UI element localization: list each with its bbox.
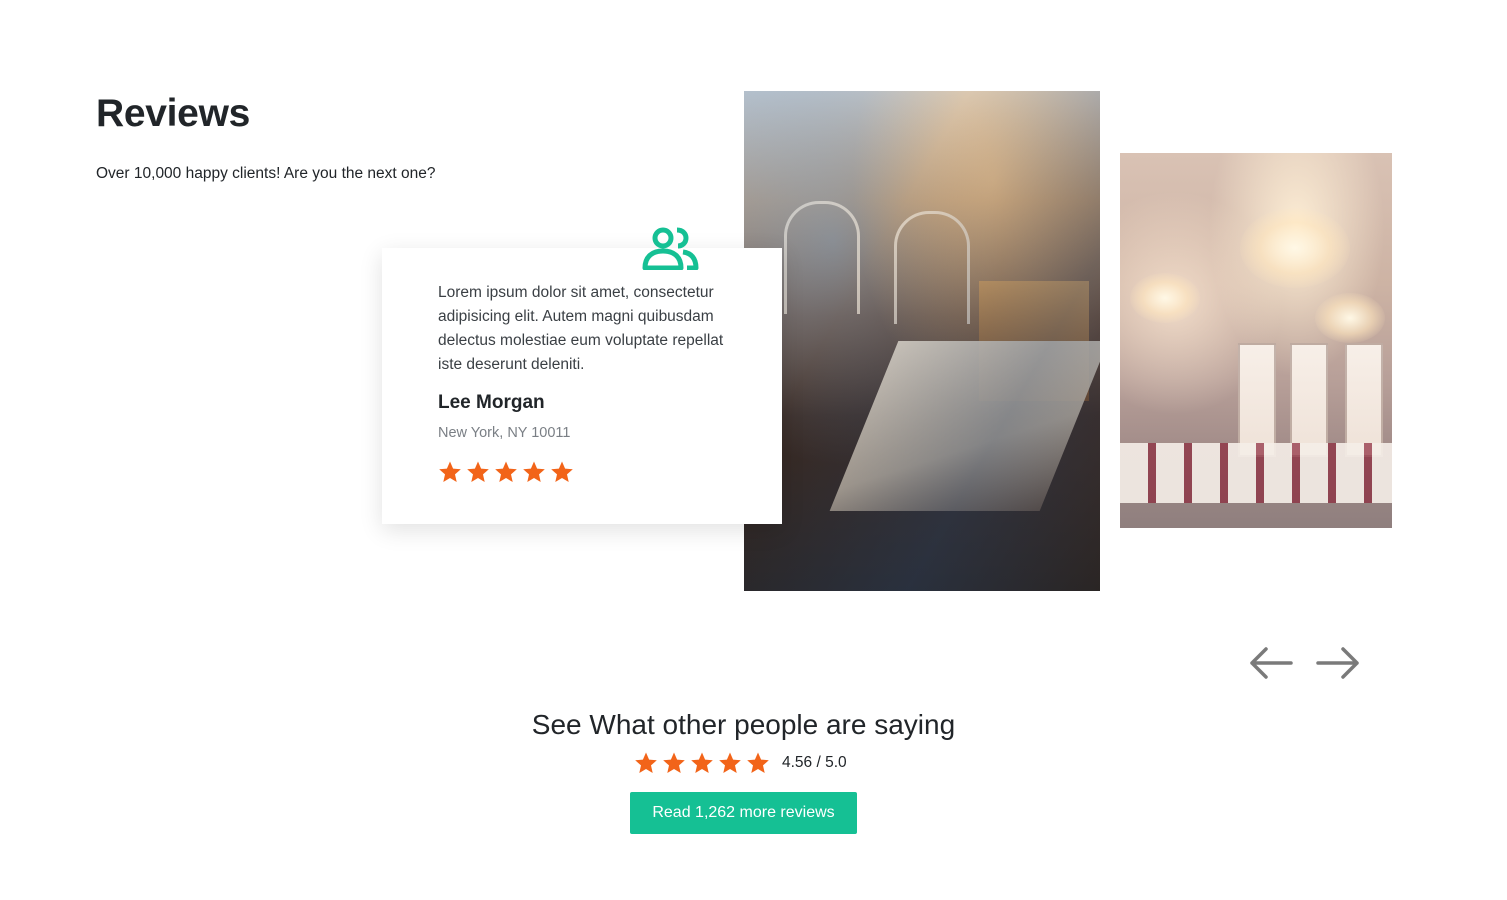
star-icon xyxy=(719,752,741,773)
read-more-reviews-button[interactable]: Read 1,262 more reviews xyxy=(630,792,857,834)
chandelier xyxy=(1130,273,1200,323)
summary-rating: 4.56 / 5.0 xyxy=(634,751,847,775)
chandelier xyxy=(1315,293,1385,343)
reviewer-location: New York, NY 10011 xyxy=(438,425,571,441)
review-card: Lorem ipsum dolor sit amet, consectetur … xyxy=(382,227,782,524)
chandelier xyxy=(1240,208,1350,288)
review-stars xyxy=(438,460,574,484)
arrow-right-icon[interactable] xyxy=(1316,645,1362,681)
star-icon xyxy=(495,461,517,482)
arrow-left-icon[interactable] xyxy=(1247,645,1293,681)
reviews-section: Reviews Over 10,000 happy clients! Are y… xyxy=(0,0,1507,900)
restaurant-interior-photo xyxy=(744,91,1100,591)
window xyxy=(1345,343,1383,457)
summary-heading: See What other people are saying xyxy=(531,709,956,740)
star-icon xyxy=(551,461,573,482)
star-icon xyxy=(663,752,685,773)
section-subtitle: Over 10,000 happy clients! Are you the n… xyxy=(96,165,436,182)
star-icon xyxy=(523,461,545,482)
ballroom-chandelier-photo xyxy=(1120,153,1392,528)
section-title: Reviews xyxy=(96,92,250,135)
reviewer-name: Lee Morgan xyxy=(438,392,545,413)
review-text: Lorem ipsum dolor sit amet, consectetur … xyxy=(438,284,724,373)
window xyxy=(1238,343,1276,457)
glass-reflection xyxy=(744,91,1100,591)
window xyxy=(1290,343,1328,457)
star-icon xyxy=(439,461,461,482)
star-icon xyxy=(691,752,713,773)
star-icon xyxy=(467,461,489,482)
rating-score: 4.56 / 5.0 xyxy=(782,754,847,771)
star-icon xyxy=(635,752,657,773)
users-icon xyxy=(642,227,699,270)
star-icon xyxy=(747,752,769,773)
dining-tables xyxy=(1120,443,1392,503)
